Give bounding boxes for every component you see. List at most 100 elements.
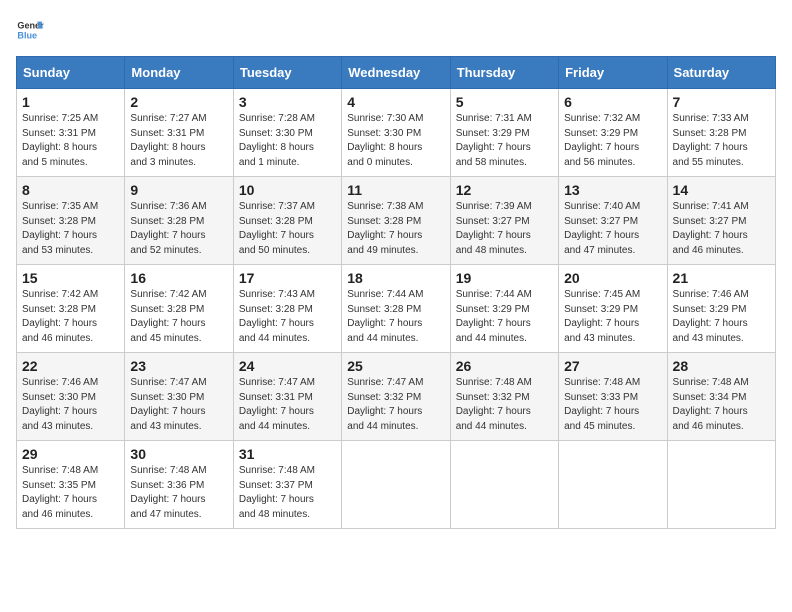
calendar-cell: 12Sunrise: 7:39 AMSunset: 3:27 PMDayligh… — [450, 177, 558, 265]
day-info: Sunrise: 7:44 AMSunset: 3:29 PMDaylight:… — [456, 288, 553, 346]
day-number: 18 — [347, 270, 444, 286]
calendar-cell: 8Sunrise: 7:35 AMSunset: 3:28 PMDaylight… — [17, 177, 125, 265]
svg-text:Blue: Blue — [17, 30, 37, 40]
day-number: 27 — [564, 358, 661, 374]
day-number: 9 — [130, 182, 227, 198]
calendar-header-thursday: Thursday — [450, 57, 558, 89]
day-number: 21 — [673, 270, 770, 286]
calendar-cell: 4 Sunrise: 7:30 AMSunset: 3:30 PMDaylight… — [342, 89, 450, 177]
calendar-cell: 10 Sunrise: 7:37 AMSunset: 3:28 PMDayligh… — [233, 177, 341, 265]
calendar-cell — [559, 441, 667, 529]
day-number: 10 — [239, 182, 336, 198]
calendar-cell: 14 Sunrise: 7:41 AMSunset: 3:27 PMDayligh… — [667, 177, 775, 265]
calendar-header-sunday: Sunday — [17, 57, 125, 89]
calendar-cell: 24 Sunrise: 7:47 AMSunset: 3:31 PMDayligh… — [233, 353, 341, 441]
calendar-week-row: 22Sunrise: 7:46 AMSunset: 3:30 PMDayligh… — [17, 353, 776, 441]
calendar-cell: 11Sunrise: 7:38 AMSunset: 3:28 PMDayligh… — [342, 177, 450, 265]
calendar-cell: 2Sunrise: 7:27 AMSunset: 3:31 PMDaylight… — [125, 89, 233, 177]
day-info: Sunrise: 7:42 AMSunset: 3:28 PMDaylight:… — [22, 288, 119, 346]
day-info: Sunrise: 7:36 AMSunset: 3:28 PMDaylight:… — [130, 200, 227, 258]
day-info: Sunrise: 7:45 AMSunset: 3:29 PMDaylight:… — [564, 288, 661, 346]
day-number: 14 — [673, 182, 770, 198]
day-info: Sunrise: 7:37 AMSunset: 3:28 PMDaylight:… — [239, 200, 336, 258]
page-header: General Blue — [16, 16, 776, 44]
day-number: 23 — [130, 358, 227, 374]
day-info: Sunrise: 7:47 AMSunset: 3:31 PMDaylight:… — [239, 376, 336, 434]
day-info: Sunrise: 7:48 AMSunset: 3:37 PMDaylight:… — [239, 464, 336, 522]
day-number: 19 — [456, 270, 553, 286]
day-info: Sunrise: 7:25 AMSunset: 3:31 PMDaylight:… — [22, 112, 119, 170]
logo-icon: General Blue — [16, 16, 44, 44]
calendar-cell: 30Sunrise: 7:48 AMSunset: 3:36 PMDayligh… — [125, 441, 233, 529]
day-info: Sunrise: 7:42 AMSunset: 3:28 PMDaylight:… — [130, 288, 227, 346]
day-info: Sunrise: 7:48 AMSunset: 3:34 PMDaylight:… — [673, 376, 770, 434]
calendar-cell: 15Sunrise: 7:42 AMSunset: 3:28 PMDayligh… — [17, 265, 125, 353]
calendar-header-wednesday: Wednesday — [342, 57, 450, 89]
day-info: Sunrise: 7:46 AMSunset: 3:29 PMDaylight:… — [673, 288, 770, 346]
day-number: 11 — [347, 182, 444, 198]
calendar-cell: 6 Sunrise: 7:32 AMSunset: 3:29 PMDaylight… — [559, 89, 667, 177]
calendar-cell: 20 Sunrise: 7:45 AMSunset: 3:29 PMDayligh… — [559, 265, 667, 353]
day-number: 28 — [673, 358, 770, 374]
day-info: Sunrise: 7:47 AMSunset: 3:30 PMDaylight:… — [130, 376, 227, 434]
calendar-cell: 9 Sunrise: 7:36 AMSunset: 3:28 PMDaylight… — [125, 177, 233, 265]
day-info: Sunrise: 7:30 AMSunset: 3:30 PMDaylight:… — [347, 112, 444, 170]
calendar-cell: 5 Sunrise: 7:31 AMSunset: 3:29 PMDaylight… — [450, 89, 558, 177]
calendar-week-row: 1Sunrise: 7:25 AMSunset: 3:31 PMDaylight… — [17, 89, 776, 177]
calendar-header-row: SundayMondayTuesdayWednesdayThursdayFrid… — [17, 57, 776, 89]
day-info: Sunrise: 7:44 AMSunset: 3:28 PMDaylight:… — [347, 288, 444, 346]
day-number: 20 — [564, 270, 661, 286]
day-info: Sunrise: 7:48 AMSunset: 3:33 PMDaylight:… — [564, 376, 661, 434]
calendar-cell: 28 Sunrise: 7:48 AMSunset: 3:34 PMDayligh… — [667, 353, 775, 441]
calendar-cell: 25Sunrise: 7:47 AMSunset: 3:32 PMDayligh… — [342, 353, 450, 441]
calendar-cell: 16 Sunrise: 7:42 AMSunset: 3:28 PMDayligh… — [125, 265, 233, 353]
calendar-header-friday: Friday — [559, 57, 667, 89]
day-number: 16 — [130, 270, 227, 286]
calendar-header-monday: Monday — [125, 57, 233, 89]
calendar-cell — [450, 441, 558, 529]
calendar-cell: 26 Sunrise: 7:48 AMSunset: 3:32 PMDayligh… — [450, 353, 558, 441]
calendar-cell: 13 Sunrise: 7:40 AMSunset: 3:27 PMDayligh… — [559, 177, 667, 265]
calendar-cell: 1Sunrise: 7:25 AMSunset: 3:31 PMDaylight… — [17, 89, 125, 177]
calendar-header-saturday: Saturday — [667, 57, 775, 89]
day-info: Sunrise: 7:28 AMSunset: 3:30 PMDaylight:… — [239, 112, 336, 170]
day-number: 29 — [22, 446, 119, 462]
calendar-cell: 21 Sunrise: 7:46 AMSunset: 3:29 PMDayligh… — [667, 265, 775, 353]
calendar-cell: 31Sunrise: 7:48 AMSunset: 3:37 PMDayligh… — [233, 441, 341, 529]
day-number: 4 — [347, 94, 444, 110]
day-info: Sunrise: 7:47 AMSunset: 3:32 PMDaylight:… — [347, 376, 444, 434]
day-number: 26 — [456, 358, 553, 374]
day-number: 7 — [673, 94, 770, 110]
day-number: 12 — [456, 182, 553, 198]
day-info: Sunrise: 7:27 AMSunset: 3:31 PMDaylight:… — [130, 112, 227, 170]
calendar-week-row: 15Sunrise: 7:42 AMSunset: 3:28 PMDayligh… — [17, 265, 776, 353]
calendar-week-row: 29 Sunrise: 7:48 AMSunset: 3:35 PMDayligh… — [17, 441, 776, 529]
day-number: 5 — [456, 94, 553, 110]
day-info: Sunrise: 7:41 AMSunset: 3:27 PMDaylight:… — [673, 200, 770, 258]
day-number: 24 — [239, 358, 336, 374]
day-info: Sunrise: 7:48 AMSunset: 3:32 PMDaylight:… — [456, 376, 553, 434]
day-info: Sunrise: 7:33 AMSunset: 3:28 PMDaylight:… — [673, 112, 770, 170]
day-number: 6 — [564, 94, 661, 110]
day-info: Sunrise: 7:48 AMSunset: 3:35 PMDaylight:… — [22, 464, 119, 522]
calendar-cell: 3 Sunrise: 7:28 AMSunset: 3:30 PMDaylight… — [233, 89, 341, 177]
calendar-cell: 29 Sunrise: 7:48 AMSunset: 3:35 PMDayligh… — [17, 441, 125, 529]
calendar-cell: 17Sunrise: 7:43 AMSunset: 3:28 PMDayligh… — [233, 265, 341, 353]
calendar-cell — [342, 441, 450, 529]
calendar-cell: 18 Sunrise: 7:44 AMSunset: 3:28 PMDayligh… — [342, 265, 450, 353]
day-number: 17 — [239, 270, 336, 286]
calendar-cell: 22Sunrise: 7:46 AMSunset: 3:30 PMDayligh… — [17, 353, 125, 441]
logo: General Blue — [16, 16, 44, 44]
calendar-body: 1Sunrise: 7:25 AMSunset: 3:31 PMDaylight… — [17, 89, 776, 529]
day-info: Sunrise: 7:40 AMSunset: 3:27 PMDaylight:… — [564, 200, 661, 258]
day-number: 22 — [22, 358, 119, 374]
day-number: 13 — [564, 182, 661, 198]
calendar-table: SundayMondayTuesdayWednesdayThursdayFrid… — [16, 56, 776, 529]
calendar-cell — [667, 441, 775, 529]
calendar-header-tuesday: Tuesday — [233, 57, 341, 89]
day-info: Sunrise: 7:35 AMSunset: 3:28 PMDaylight:… — [22, 200, 119, 258]
day-number: 3 — [239, 94, 336, 110]
day-info: Sunrise: 7:31 AMSunset: 3:29 PMDaylight:… — [456, 112, 553, 170]
calendar-week-row: 8Sunrise: 7:35 AMSunset: 3:28 PMDaylight… — [17, 177, 776, 265]
day-info: Sunrise: 7:32 AMSunset: 3:29 PMDaylight:… — [564, 112, 661, 170]
